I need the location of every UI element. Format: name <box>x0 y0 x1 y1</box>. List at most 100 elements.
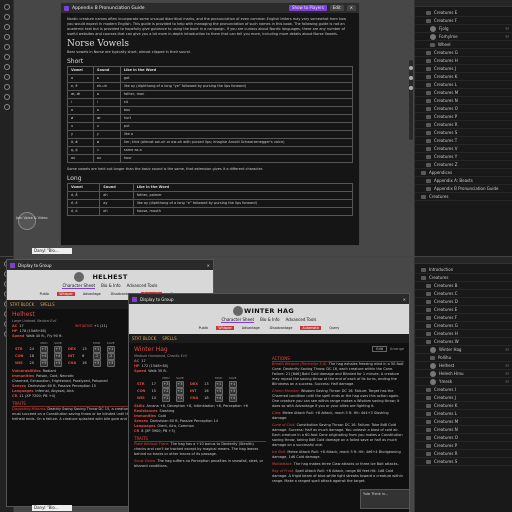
ability-cell[interactable]: +3 <box>90 360 104 367</box>
note-tool-icon[interactable] <box>3 74 10 80</box>
sidebar-item[interactable]: Creatures S <box>415 458 512 466</box>
ability-cell[interactable]: -2 <box>90 353 104 360</box>
statblock-tab[interactable]: STAT BLOCK <box>10 302 34 307</box>
region-tool-icon[interactable] <box>3 104 10 110</box>
hp-value[interactable]: 178 (15d8+80) <box>20 329 47 333</box>
sidebar-item[interactable]: Creatures P <box>415 442 512 450</box>
sidebar-item[interactable]: Creatures H <box>415 57 512 65</box>
sidebar-item[interactable]: Helesh Hrnu ⚇ <box>415 370 512 378</box>
ability-cell[interactable]: +3 <box>173 381 187 388</box>
sheet-tab[interactable]: Character Sheet <box>62 283 96 289</box>
video-join-label[interactable]: Join Voice & Video <box>16 216 56 220</box>
ability-cell[interactable]: +5 <box>37 360 51 367</box>
action-name[interactable]: Breath Weapon (Recharge 5-6). <box>272 362 328 366</box>
ability-cell[interactable]: +4 <box>226 395 240 402</box>
ability-cell[interactable]: +1 <box>226 381 240 388</box>
sidebar-item[interactable]: Creatures L <box>415 410 512 418</box>
ability-cell[interactable]: +7 <box>51 346 65 353</box>
edit-button[interactable]: Edit <box>329 5 344 11</box>
trait-name[interactable]: Snow Vision. <box>134 459 156 463</box>
display-to-group[interactable]: Display to Group <box>18 263 51 268</box>
sidebar-item[interactable]: Creatures Z <box>415 161 512 169</box>
sidebar-tabs[interactable] <box>415 257 512 264</box>
sheet-tab[interactable]: Character Sheet <box>221 317 255 323</box>
ability-cell[interactable]: +4 <box>212 395 226 402</box>
sidebar-item[interactable]: Creatures W <box>415 338 512 346</box>
wall-tool-icon[interactable] <box>3 64 10 70</box>
sidebar-item[interactable]: Helhest ⚇ <box>415 362 512 370</box>
roll-mode-tab[interactable]: Advantage <box>240 326 262 330</box>
sidebar-item[interactable]: Creatures L <box>415 81 512 89</box>
show-to-players-button[interactable]: Show to Players <box>289 5 327 11</box>
ability-cell[interactable]: +2 <box>159 388 173 395</box>
skills-value[interactable]: Arcana +8, Deception +8, Intimidation +8… <box>147 404 248 408</box>
edit-button[interactable]: Edit <box>372 346 388 352</box>
action-name[interactable]: Charm Monster. <box>272 389 300 393</box>
sidebar-item[interactable]: Creatures G <box>415 322 512 330</box>
sidebar-tabs[interactable] <box>415 0 512 7</box>
sidebar-item[interactable]: Creatures N <box>415 426 512 434</box>
roll-mode-tab[interactable]: Automatic <box>300 326 322 330</box>
sidebar-item[interactable]: Introduction <box>415 266 512 274</box>
sidebar-item[interactable]: Creatures J <box>415 65 512 73</box>
sidebar-item[interactable]: Creatures K <box>415 402 512 410</box>
sidebar-item[interactable]: Creatures I <box>415 386 512 394</box>
statblock-tab[interactable]: SPELLS <box>40 302 54 307</box>
trait-name[interactable]: Plate Without Trace. <box>134 442 169 446</box>
ability-cell[interactable]: +3 <box>212 388 226 395</box>
video-avatar[interactable] <box>18 212 36 230</box>
arrange-button[interactable]: Arrange <box>390 347 404 352</box>
hp-value[interactable]: 172 (15d8+80) <box>142 364 169 368</box>
ability-cell[interactable]: +4 <box>37 353 51 360</box>
ability-cell[interactable]: +1 <box>212 381 226 388</box>
action-name[interactable]: Multiattack. <box>272 462 293 466</box>
close-icon[interactable]: ✕ <box>346 5 356 11</box>
ability-cell[interactable]: +3 <box>159 381 173 388</box>
sheet-tab[interactable]: Bio & Info <box>101 283 121 288</box>
sidebar-item[interactable]: Wheel <box>415 41 512 49</box>
close-icon[interactable]: ✕ <box>403 297 406 302</box>
zoom-in-icon[interactable] <box>409 66 413 70</box>
template-tool-icon[interactable] <box>3 34 10 40</box>
sidebar-item[interactable]: Creatures K <box>415 73 512 81</box>
sidebar-item[interactable]: Forhylme ⚇ <box>415 33 512 41</box>
trait-name[interactable]: Disgusting Miasma. <box>12 407 46 411</box>
ownership-icon[interactable]: ⚇ <box>505 371 509 376</box>
ownership-icon[interactable]: ⚇ <box>505 34 509 39</box>
roll-mode-tab[interactable]: Advantage <box>81 292 103 296</box>
action-name[interactable]: Ray of Frost. <box>272 469 294 473</box>
roll-mode-tab[interactable]: Public <box>38 292 52 296</box>
zoom-out-icon[interactable] <box>409 76 413 80</box>
ownership-icon[interactable]: ⚇ <box>505 363 509 368</box>
sidebar-item[interactable]: Creatures M <box>415 418 512 426</box>
ownership-icon[interactable]: ⚇ <box>505 347 509 352</box>
initiative-value[interactable]: +1 (11) <box>94 324 107 328</box>
ability-cell[interactable]: +4 <box>51 353 65 360</box>
sheet-tab[interactable]: Bio & Info <box>260 317 280 322</box>
tile-tool-icon[interactable] <box>3 94 10 100</box>
ability-cell[interactable]: +2 <box>159 395 173 402</box>
sidebar-item[interactable]: Creatures G <box>415 49 512 57</box>
sidebar-item[interactable]: Creatures <box>415 274 512 282</box>
action-name[interactable]: Cone of Cold. <box>272 423 295 427</box>
sidebar-item[interactable]: Creatures <box>415 193 512 201</box>
sheet-tab[interactable]: Advanced Tools <box>127 283 158 288</box>
close-icon[interactable]: ✕ <box>207 263 210 268</box>
ability-cell[interactable]: +2 <box>173 388 187 395</box>
ability-cell[interactable]: +3 <box>104 360 118 367</box>
sheet-tab[interactable]: Advanced Tools <box>286 317 317 322</box>
statblock-tab[interactable]: SPELLS <box>162 336 176 341</box>
sidebar-item[interactable]: Creatures J <box>415 394 512 402</box>
sidebar-item[interactable]: Creatures B <box>415 282 512 290</box>
roll-mode-tab[interactable]: Disadvantage <box>268 326 295 330</box>
measure-tool-icon[interactable] <box>3 24 10 30</box>
ability-cell[interactable]: +1 <box>104 346 118 353</box>
ownership-icon[interactable]: ⚇ <box>505 379 509 384</box>
ownership-icon[interactable]: ⚇ <box>505 26 509 31</box>
sidebar-item[interactable]: Creatures F <box>415 314 512 322</box>
ability-cell[interactable]: +3 <box>226 388 240 395</box>
ability-cell[interactable]: +7 <box>37 346 51 353</box>
sidebar-item[interactable]: Creatures P <box>415 113 512 121</box>
sidebar-item[interactable]: Creatures N <box>415 97 512 105</box>
action-name[interactable]: Claw. <box>272 411 281 415</box>
